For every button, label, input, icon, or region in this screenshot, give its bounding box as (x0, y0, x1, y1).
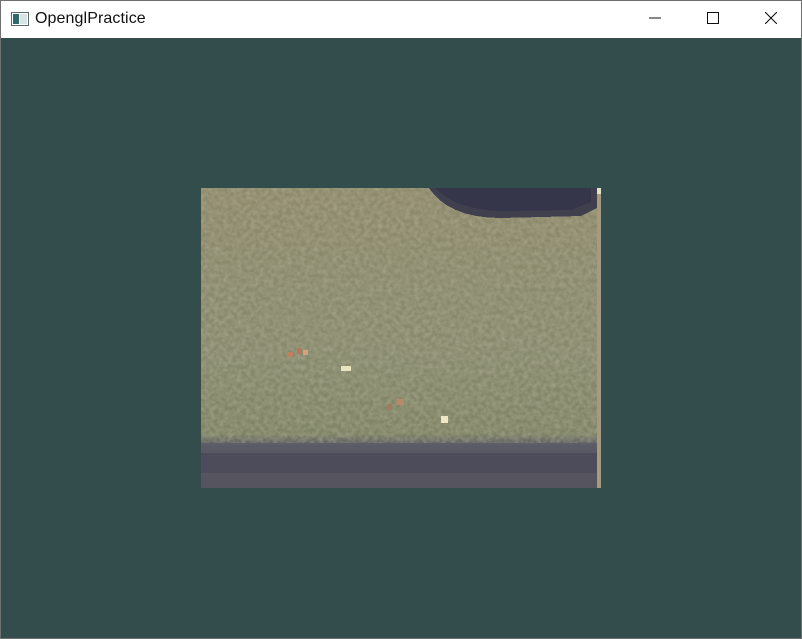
app-window: OpenglPractice (0, 0, 802, 639)
opengl-viewport[interactable] (1, 38, 801, 638)
maximize-button[interactable] (684, 1, 742, 38)
close-icon (764, 11, 778, 29)
close-button[interactable] (742, 1, 800, 38)
textured-quad (201, 188, 601, 488)
window-title: OpenglPractice (35, 10, 146, 27)
texture-image (201, 188, 601, 488)
maximize-icon (707, 11, 719, 29)
minimize-button[interactable] (626, 1, 684, 38)
title-bar[interactable]: OpenglPractice (1, 1, 801, 38)
minimize-icon (649, 11, 661, 29)
window-app-icon (11, 12, 29, 26)
